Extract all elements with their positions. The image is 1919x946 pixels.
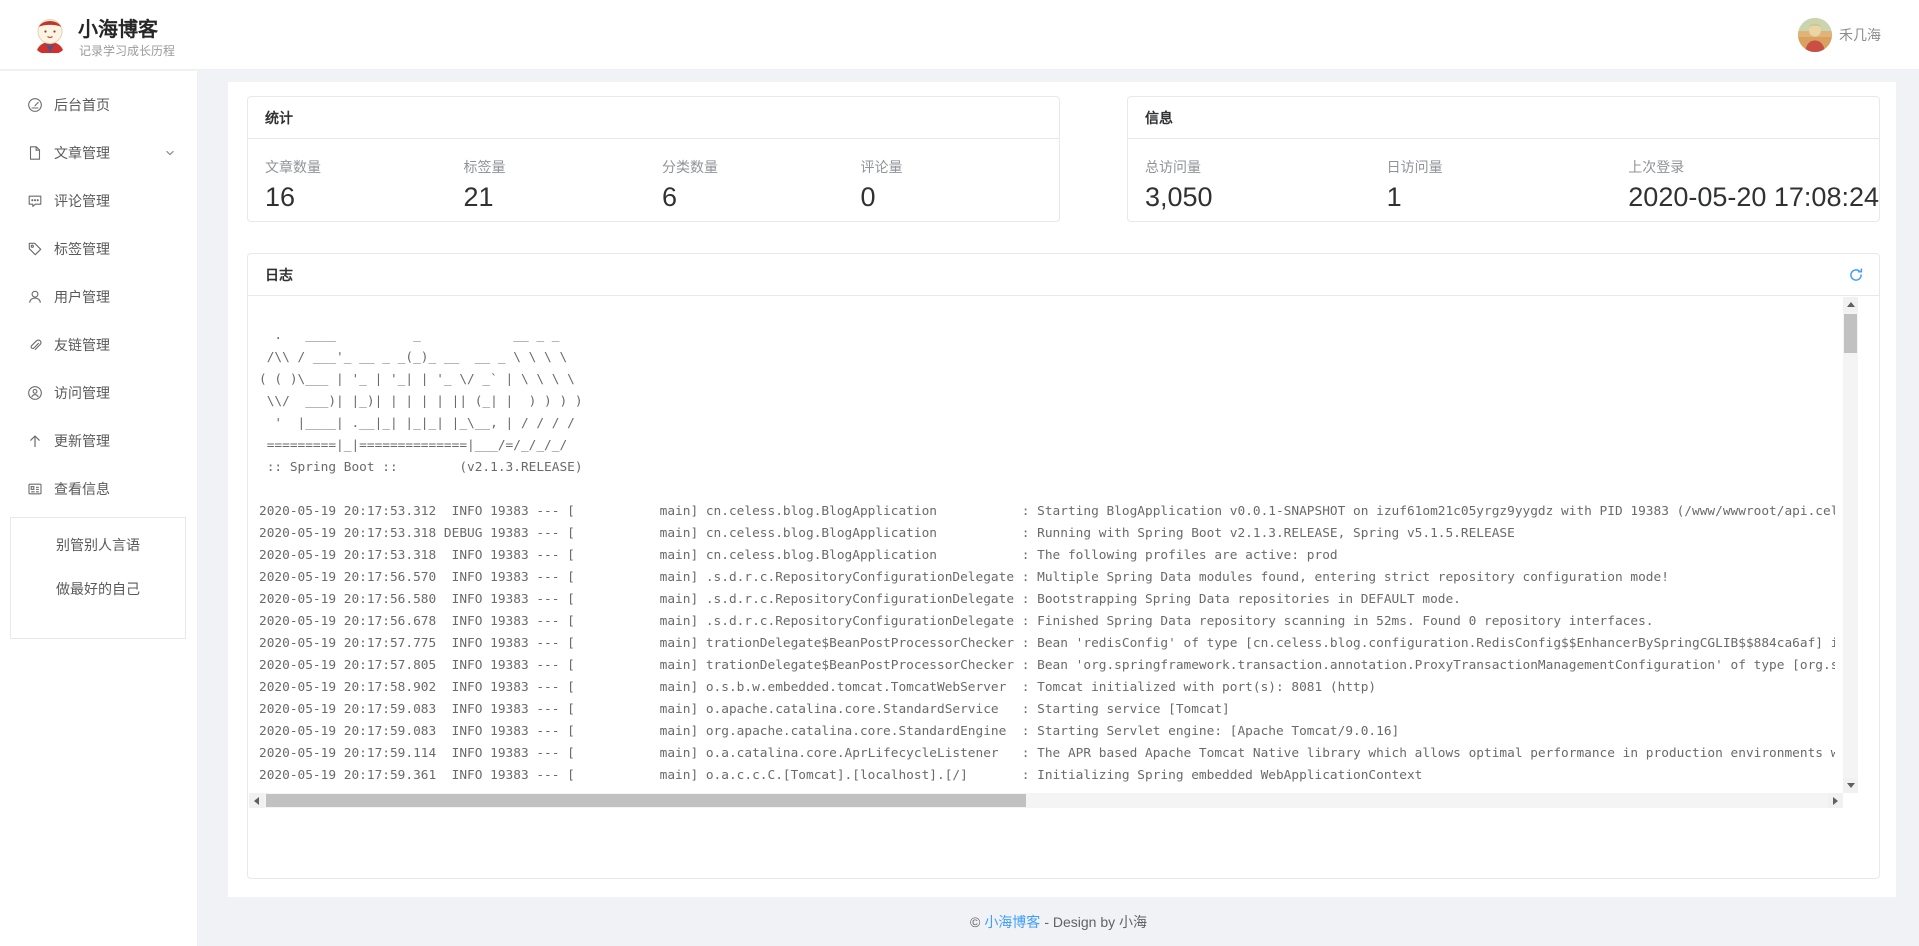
info-row: 总访问量 3,050 日访问量 1 上次登录 2020-05-20 17:08:… <box>1128 139 1879 213</box>
log-card-header: 日志 <box>248 254 1879 296</box>
scroll-right-button[interactable] <box>1828 793 1843 808</box>
user-avatar[interactable] <box>1798 18 1832 52</box>
stat-item: 上次登录 2020-05-20 17:08:24 <box>1628 157 1879 213</box>
sidebar-nav: 后台首页 文章管理 评论管理 标签管理 用户管理 友链管理 访问管理 更新管理 … <box>0 71 197 513</box>
stat-label: 分类数量 <box>662 157 861 177</box>
stat-value: 6 <box>662 182 861 213</box>
horizontal-scroll-thumb[interactable] <box>266 794 1026 807</box>
stat-value: 16 <box>265 182 464 213</box>
vertical-scroll-thumb[interactable] <box>1844 314 1857 353</box>
idcard-icon <box>27 481 43 497</box>
sidebar-item-file[interactable]: 文章管理 <box>0 129 197 177</box>
site-subtitle: 记录学习成长历程 <box>79 42 175 59</box>
log-output: . ____ _ __ _ _ /\\ / ___'_ __ _ _(_)_ _… <box>259 325 1835 791</box>
stat-value: 21 <box>464 182 663 213</box>
triangle-left-icon <box>254 797 259 805</box>
log-viewport: . ____ _ __ _ _ /\\ / ___'_ __ _ _(_)_ _… <box>249 297 1858 808</box>
site-logo-icon[interactable] <box>30 15 70 55</box>
stat-item: 日访问量 1 <box>1387 157 1629 213</box>
stat-item: 总访问量 3,050 <box>1145 157 1387 213</box>
stat-item: 分类数量 6 <box>662 157 861 213</box>
compass-icon <box>27 385 43 401</box>
sidebar-item-link[interactable]: 友链管理 <box>0 321 197 369</box>
stat-item: 文章数量 16 <box>265 157 464 213</box>
stat-item: 标签量 21 <box>464 157 663 213</box>
file-icon <box>27 145 43 161</box>
triangle-up-icon <box>1847 302 1855 307</box>
arrow-up-icon <box>27 433 43 449</box>
quote-line-1: 别管别人言语 <box>11 535 185 555</box>
footer-copyright: © <box>970 914 980 930</box>
stat-label: 日访问量 <box>1387 157 1629 177</box>
vertical-scrollbar[interactable] <box>1843 297 1858 793</box>
header: 小海博客 记录学习成长历程 禾几海 <box>0 0 1919 70</box>
sidebar-item-compass[interactable]: 访问管理 <box>0 369 197 417</box>
user-menu[interactable]: 禾几海 <box>1798 14 1881 56</box>
log-card-title: 日志 <box>265 267 293 283</box>
refresh-icon[interactable] <box>1848 267 1866 285</box>
horizontal-scrollbar[interactable] <box>249 793 1843 808</box>
footer-credit: - Design by 小海 <box>1044 912 1147 932</box>
footer-site-link[interactable]: 小海博客 <box>984 912 1040 932</box>
stat-value: 1 <box>1387 182 1629 213</box>
sidebar-item-comment[interactable]: 评论管理 <box>0 177 197 225</box>
stat-label: 评论量 <box>861 157 1060 177</box>
stat-value: 3,050 <box>1145 182 1387 213</box>
site-title: 小海博客 <box>78 13 158 42</box>
link-icon <box>27 337 43 353</box>
triangle-down-icon <box>1847 783 1855 788</box>
footer: © 小海博客 - Design by 小海 <box>198 897 1919 946</box>
stat-value: 2020-05-20 17:08:24 <box>1628 182 1879 213</box>
sidebar-item-idcard[interactable]: 查看信息 <box>0 465 197 513</box>
chevron-down-icon <box>163 146 177 160</box>
sidebar-item-arrow-up[interactable]: 更新管理 <box>0 417 197 465</box>
stats-card-title: 统计 <box>248 97 1059 139</box>
tag-icon <box>27 241 43 257</box>
sidebar-item-dashboard[interactable]: 后台首页 <box>0 81 197 129</box>
triangle-right-icon <box>1833 797 1838 805</box>
sidebar-item-user[interactable]: 用户管理 <box>0 273 197 321</box>
sidebar-item-tag[interactable]: 标签管理 <box>0 225 197 273</box>
main-content: 统计 文章数量 16 标签量 21 分类数量 6 评论量 0 信息 总访问量 3… <box>228 82 1896 897</box>
stat-value: 0 <box>861 182 1060 213</box>
user-name: 禾几海 <box>1839 25 1881 45</box>
info-card-title: 信息 <box>1128 97 1879 139</box>
sidebar-quote-box: 别管别人言语 做最好的自己 <box>10 517 186 639</box>
stats-card: 统计 文章数量 16 标签量 21 分类数量 6 评论量 0 <box>247 96 1060 222</box>
sidebar: 后台首页 文章管理 评论管理 标签管理 用户管理 友链管理 访问管理 更新管理 … <box>0 71 198 946</box>
info-card: 信息 总访问量 3,050 日访问量 1 上次登录 2020-05-20 17:… <box>1127 96 1880 222</box>
stat-item: 评论量 0 <box>861 157 1060 213</box>
stats-row: 文章数量 16 标签量 21 分类数量 6 评论量 0 <box>248 139 1059 213</box>
stat-label: 文章数量 <box>265 157 464 177</box>
dashboard-icon <box>27 97 43 113</box>
user-icon <box>27 289 43 305</box>
stat-label: 总访问量 <box>1145 157 1387 177</box>
scroll-down-button[interactable] <box>1843 778 1858 793</box>
scroll-up-button[interactable] <box>1843 297 1858 312</box>
quote-line-2: 做最好的自己 <box>11 579 185 599</box>
scroll-left-button[interactable] <box>249 793 264 808</box>
stat-label: 标签量 <box>464 157 663 177</box>
log-card: 日志 . ____ _ __ _ _ /\\ / ___'_ __ _ _(_)… <box>247 253 1880 879</box>
comment-icon <box>27 193 43 209</box>
stat-label: 上次登录 <box>1628 157 1879 177</box>
